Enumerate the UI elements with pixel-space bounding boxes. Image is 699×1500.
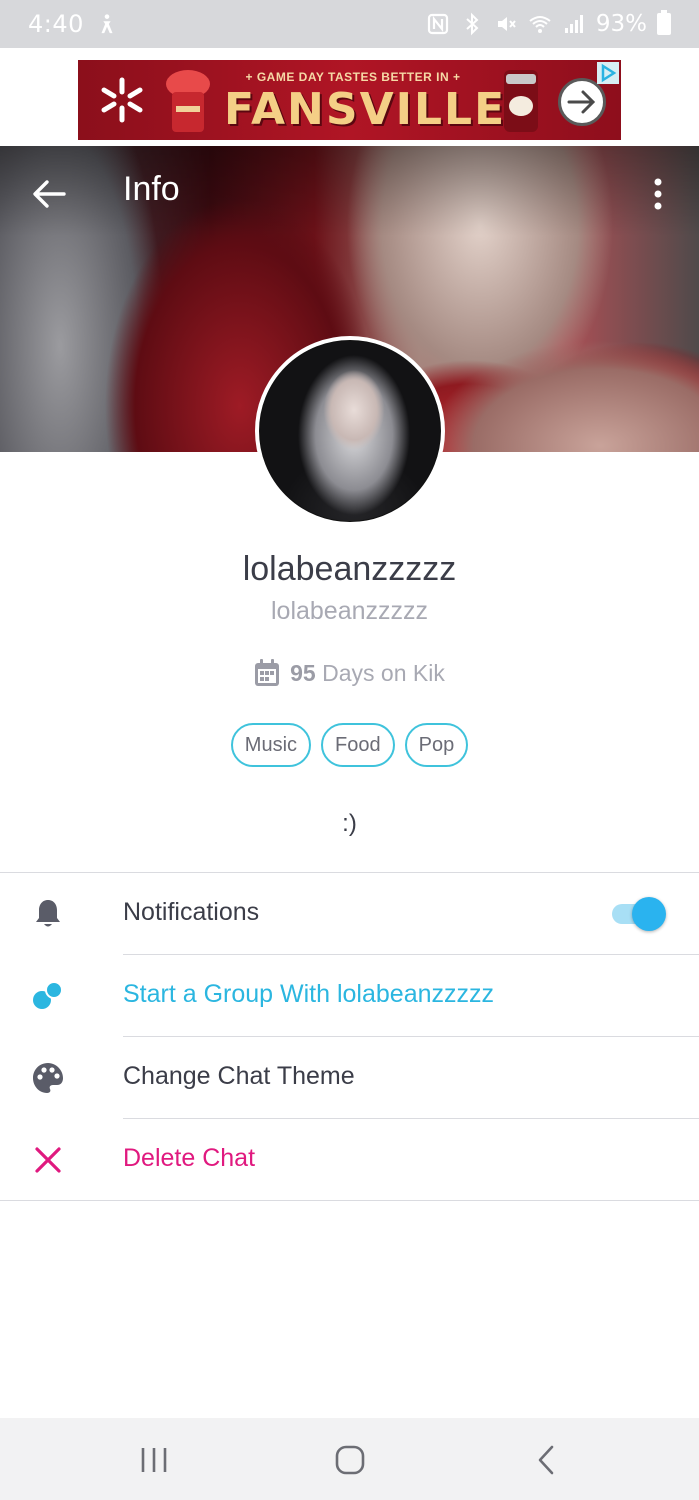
notifications-row[interactable]: Notifications: [0, 873, 699, 955]
tag-pop: Pop: [404, 723, 469, 767]
back-arrow-icon[interactable]: [30, 178, 66, 210]
back-icon[interactable]: [526, 1444, 566, 1476]
ad-choices-icon[interactable]: [597, 62, 619, 84]
signal-icon: [564, 15, 583, 33]
close-icon: [30, 1142, 66, 1178]
top-app-bar: Info: [0, 146, 699, 242]
status-bar: 4:40 93%: [0, 0, 699, 48]
accessibility-icon: [101, 14, 113, 34]
notifications-toggle[interactable]: [612, 897, 668, 931]
days-count: 95: [290, 659, 316, 686]
ad-banner[interactable]: + GAME DAY TASTES BETTER IN + FANSVILLE: [78, 60, 621, 140]
ad-brand: FANSVILLE: [224, 84, 507, 135]
nfc-icon: [427, 13, 448, 35]
more-vertical-icon[interactable]: [646, 176, 670, 212]
page-title: Info: [123, 170, 180, 208]
delete-chat-label: Delete Chat: [123, 1144, 256, 1172]
wifi-icon: [529, 16, 551, 33]
interest-tags: Music Food Pop: [0, 723, 699, 767]
days-on-kik: 95 Days on Kik: [0, 659, 699, 687]
walmart-spark-icon: [101, 77, 143, 123]
system-navbar: [0, 1418, 699, 1500]
tag-food: Food: [321, 723, 395, 767]
bluetooth-icon: [466, 12, 479, 36]
settings-list: Notifications Start a Group With lolabea…: [0, 872, 699, 1201]
profile-bio: :): [342, 810, 357, 837]
delete-chat-row[interactable]: Delete Chat: [0, 1119, 699, 1201]
toggle-knob: [632, 897, 666, 931]
dr-pepper-can-icon: [166, 70, 210, 132]
username: lolabeanzzzzz: [270, 597, 429, 625]
battery-percent: 93%: [595, 11, 647, 37]
arrow-right-icon: [567, 90, 596, 114]
ad-banner-container: + GAME DAY TASTES BETTER IN + FANSVILLE: [0, 48, 699, 146]
start-group-row[interactable]: Start a Group With lolabeanzzzzz: [0, 955, 699, 1037]
bell-icon: [30, 896, 66, 932]
status-time: 4:40: [28, 10, 84, 38]
battery-icon: [657, 10, 671, 35]
calendar-icon: [255, 659, 280, 686]
home-icon[interactable]: [330, 1444, 370, 1476]
palette-icon: [30, 1060, 66, 1096]
change-theme-label: Change Chat Theme: [123, 1062, 355, 1090]
start-group-label: Start a Group With lolabeanzzzzz: [123, 980, 494, 1008]
profile-avatar[interactable]: [255, 336, 445, 526]
tag-music: Music: [230, 723, 312, 767]
days-label: Days on Kik: [322, 659, 445, 686]
recent-apps-icon[interactable]: [134, 1444, 174, 1476]
group-icon: [30, 978, 66, 1014]
ad-tagline: + GAME DAY TASTES BETTER IN +: [245, 70, 461, 84]
status-icons: 93%: [426, 10, 671, 37]
notifications-label: Notifications: [123, 898, 260, 926]
display-name: lolabeanzzzzz: [242, 550, 457, 588]
dr-pepper-can-icon: [504, 70, 538, 132]
mute-icon: [497, 17, 516, 31]
change-theme-row[interactable]: Change Chat Theme: [0, 1037, 699, 1119]
ad-arrow-button[interactable]: [558, 78, 606, 126]
